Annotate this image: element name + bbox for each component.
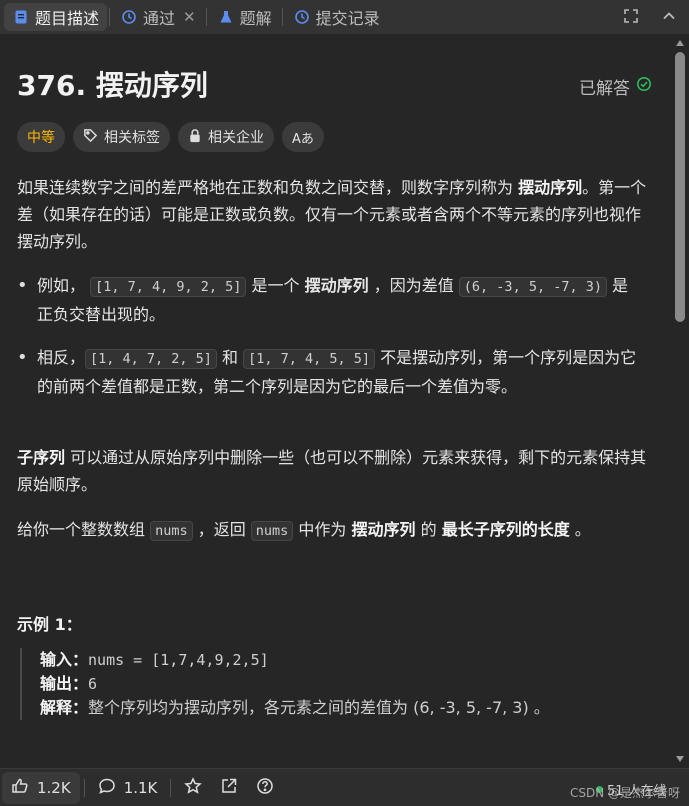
- text: 相反，: [37, 348, 86, 367]
- thumbs-up-icon: [11, 777, 29, 799]
- tab-separator: [109, 8, 111, 26]
- scroll-down-arrow[interactable]: [676, 756, 684, 762]
- comment-count: 1.1K: [123, 778, 158, 797]
- tab-label: 通过: [143, 9, 176, 28]
- tabbar-actions: [621, 6, 679, 26]
- vertical-scrollbar[interactable]: [672, 34, 689, 768]
- tab-label: 题解: [239, 9, 272, 28]
- tab-bar: 题目描述 通过 ✕ 题解 提交记录: [0, 0, 689, 34]
- output-label: 输出：: [40, 674, 89, 693]
- bold-text: 摆动序列: [351, 520, 416, 539]
- like-button[interactable]: 1.2K: [2, 771, 80, 804]
- input-value: nums = [1,7,4,9,2,5]: [88, 651, 269, 669]
- scroll-up-arrow[interactable]: [676, 40, 684, 46]
- related-tags-button[interactable]: 相关标签: [73, 122, 170, 152]
- tab-separator: [205, 8, 207, 26]
- bold-text: 摆动序列: [518, 178, 583, 197]
- tab-submissions[interactable]: 提交记录: [285, 3, 388, 31]
- help-icon: [256, 777, 274, 799]
- example-block: 输入：nums = [1,7,4,9,2,5] 输出：6 解释：整个序列均为摆动…: [20, 648, 660, 720]
- inline-code: [1, 7, 4, 5, 5]: [243, 349, 376, 369]
- text: 是一个: [246, 276, 305, 295]
- share-icon: [220, 777, 238, 799]
- related-companies-button[interactable]: 相关企业: [178, 122, 274, 152]
- tab-accepted[interactable]: 通过 ✕: [112, 3, 204, 31]
- bottom-action-bar: 1.2K 1.1K 51 人在线 CSDN @是杰尔普呀: [0, 768, 689, 806]
- tag-icon: [83, 128, 98, 147]
- csdn-watermark: CSDN @是杰尔普呀: [570, 786, 681, 800]
- description-paragraph-1: 如果连续数字之间的差严格地在正数和负数之间交替，则数字序列称为 摆动序列。第一个…: [17, 174, 647, 255]
- inline-code: (6, -3, 5, -7, 3): [458, 277, 607, 297]
- solved-label: 已解答: [579, 79, 630, 99]
- text: 如果连续数字之间的差严格地在正数和负数之间交替，则数字序列称为: [17, 178, 519, 197]
- example-explanation: 解释：整个序列均为摆动序列，各元素之间的差值为 (6, -3, 5, -7, 3…: [40, 696, 660, 720]
- flask-icon: [217, 8, 235, 26]
- page-title: 376. 摆动序列: [17, 69, 208, 102]
- like-count: 1.2K: [37, 778, 71, 797]
- input-label: 输入：: [40, 650, 89, 669]
- share-button[interactable]: [211, 772, 247, 804]
- bold-text: 子序列: [17, 448, 66, 467]
- text: 例如，: [37, 276, 91, 295]
- example-output: 输出：6: [40, 672, 660, 696]
- explanation-value: 整个序列均为摆动序列，各元素之间的差值为 (6, -3, 5, -7, 3) 。: [88, 698, 550, 717]
- star-icon: [184, 776, 203, 799]
- text: 给你一个整数数组: [17, 520, 151, 539]
- history-icon: [293, 8, 311, 26]
- related-companies-label: 相关企业: [208, 130, 264, 146]
- tab-label: 提交记录: [315, 9, 380, 28]
- inline-code: nums: [250, 521, 294, 541]
- scrollbar-thumb[interactable]: [675, 52, 685, 322]
- difficulty-label: 中等: [27, 130, 55, 146]
- comments-button[interactable]: 1.1K: [89, 772, 167, 804]
- list-item: 例如， [1, 7, 4, 9, 2, 5] 是一个 摆动序列 ，因为差值 (6…: [17, 272, 637, 328]
- description-paragraph-2: 子序列 可以通过从原始序列中删除一些（也可以不删除）元素来获得，剩下的元素保持其…: [17, 444, 647, 498]
- lock-icon: [188, 128, 202, 147]
- doc-icon: [12, 8, 30, 26]
- text: 的: [415, 520, 442, 539]
- translate-icon: Aあ: [292, 131, 314, 147]
- translate-button[interactable]: Aあ: [282, 122, 324, 152]
- explanation-label: 解释：: [40, 698, 89, 717]
- chevron-up-icon[interactable]: [659, 6, 679, 26]
- text: 。: [569, 520, 591, 539]
- solved-status: 已解答: [579, 74, 652, 99]
- tag-row: 中等 相关标签 相关企业 Aあ: [17, 122, 324, 152]
- tab-description[interactable]: 题目描述: [4, 3, 108, 31]
- list-item: 相反，[1, 4, 7, 2, 5] 和 [1, 7, 4, 5, 5] 不是摆…: [17, 344, 637, 400]
- example-title: 示例 1：: [17, 615, 82, 634]
- description-paragraph-3: 给你一个整数数组 nums ，返回 nums 中作为 摆动序列 的 最长子序列的…: [17, 516, 647, 545]
- tab-separator: [281, 8, 283, 26]
- favorite-button[interactable]: [175, 772, 211, 804]
- problem-content[interactable]: 376. 摆动序列 已解答 中等 相关标签 相关企业 Aあ 如果连续数字之间的差…: [0, 34, 672, 768]
- output-value: 6: [88, 675, 98, 693]
- bold-text: 摆动序列: [304, 276, 369, 295]
- bottom-separator: [170, 778, 172, 797]
- history-icon: [120, 8, 138, 26]
- text: 可以通过从原始序列中删除一些（也可以不删除）元素来获得，剩下的元素保持其原始顺序…: [17, 448, 647, 494]
- check-circle-icon: [636, 76, 652, 97]
- help-button[interactable]: [247, 772, 283, 804]
- text: ，因为差值: [368, 276, 459, 295]
- bottom-separator: [83, 778, 85, 797]
- tab-solutions[interactable]: 题解: [209, 3, 280, 31]
- text: 和: [216, 348, 244, 367]
- inline-code: nums: [150, 521, 193, 541]
- comment-icon: [98, 777, 116, 799]
- inline-code: [1, 7, 4, 9, 2, 5]: [90, 277, 247, 297]
- bold-text: 最长子序列的长度: [441, 520, 570, 539]
- inline-code: [1, 4, 7, 2, 5]: [85, 349, 217, 369]
- text: 中作为: [293, 520, 352, 539]
- fullscreen-icon[interactable]: [621, 6, 641, 26]
- tab-label: 题目描述: [35, 9, 100, 28]
- related-tags-label: 相关标签: [104, 130, 160, 146]
- example-input: 输入：nums = [1,7,4,9,2,5]: [40, 648, 660, 672]
- close-icon[interactable]: ✕: [183, 8, 196, 26]
- text: ，返回: [192, 520, 251, 539]
- difficulty-badge[interactable]: 中等: [17, 122, 65, 152]
